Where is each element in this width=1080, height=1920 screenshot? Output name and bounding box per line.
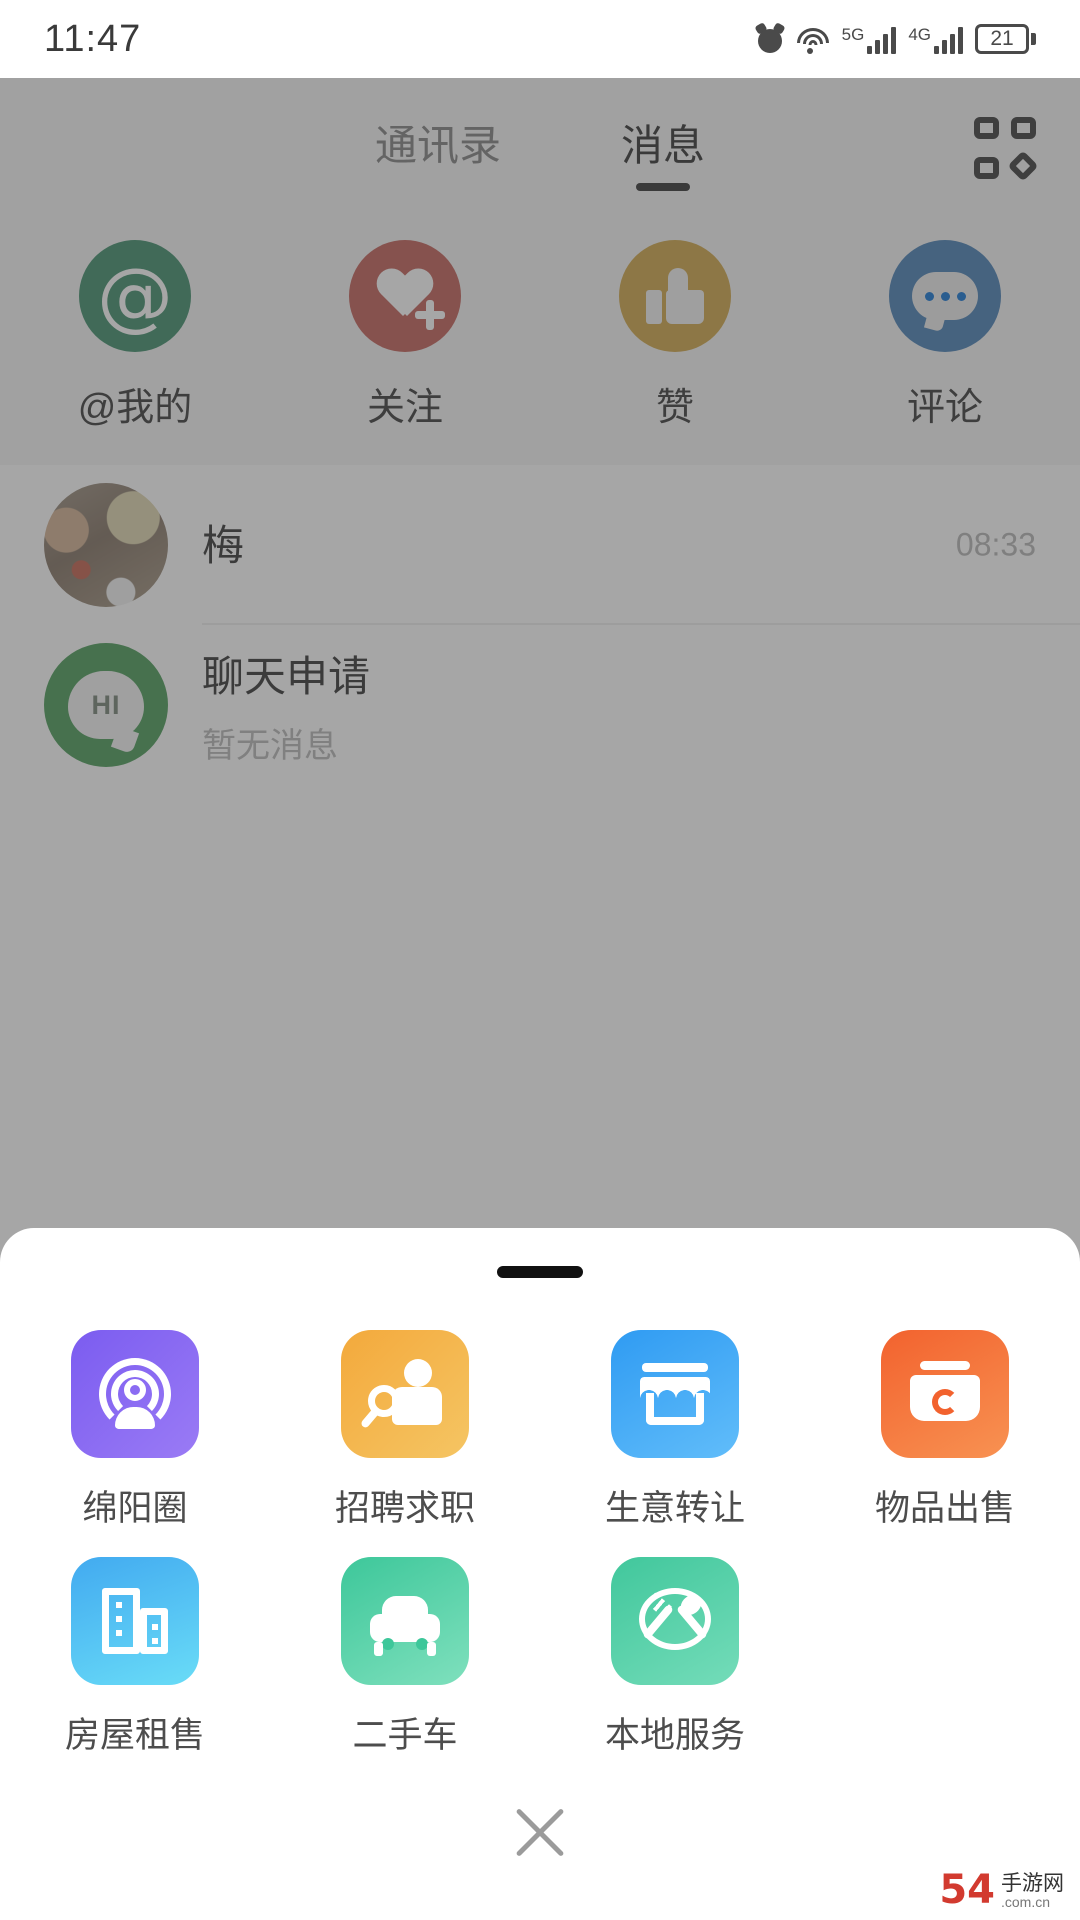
signal-5g-icon: 5G [842,26,897,54]
alarm-icon [754,22,786,54]
app-label: 生意转让 [604,1489,745,1528]
app-label: 绵阳圈 [82,1489,188,1528]
signal-bars-4g [934,26,963,54]
watermark-sub: .com.cn [1001,1894,1051,1911]
car-icon [341,1557,469,1685]
status-bar: 11:47 5G 4G 21 [0,0,1080,78]
app-item-ershouche[interactable]: 二手车 [270,1557,540,1758]
app-item-wupinchushou[interactable]: 物品出售 [810,1330,1080,1531]
bottom-sheet: 绵阳圈 招聘求职 生意转让 物品出售 房屋租售 二手车 本地服务 [0,1228,1080,1920]
app-item-zhaopinqiuzhi[interactable]: 招聘求职 [270,1330,540,1531]
status-time: 11:47 [44,17,142,60]
app-item-shengyizhuanrang[interactable]: 生意转让 [540,1330,810,1531]
app-grid: 绵阳圈 招聘求职 生意转让 物品出售 房屋租售 二手车 本地服务 [0,1278,1080,1784]
signal-bars-5g [867,26,897,54]
job-search-icon [341,1330,469,1458]
drag-handle[interactable] [497,1266,583,1278]
status-icon-group: 5G 4G 21 [754,22,1036,54]
app-item-bendifuwu[interactable]: 本地服务 [540,1557,810,1758]
app-label: 本地服务 [604,1716,745,1755]
app-item-mianyangquan[interactable]: 绵阳圈 [0,1330,270,1531]
storefront-icon [611,1330,739,1458]
app-label: 房屋租售 [64,1716,205,1755]
app-label: 招聘求职 [334,1489,475,1528]
battery-icon: 21 [975,24,1036,54]
watermark-number: 54 [939,1867,995,1913]
phone-screen: 11:47 5G 4G 21 绵阳圈 招聘求职 生意转让 物品出售 房屋租售 二… [0,0,1080,1920]
battery-level: 21 [975,24,1029,54]
watermark-main: 手游网 [1001,1872,1064,1896]
app-label: 物品出售 [874,1489,1015,1528]
network-label-5g: 5G [841,25,865,44]
broadcast-person-icon [71,1330,199,1458]
recycle-basket-icon [881,1330,1009,1458]
network-label-4g: 4G [908,25,931,44]
watermark: 54 手游网 .com.cn [939,1870,1064,1910]
signal-4g-icon: 4G [908,26,963,54]
app-item-fangwuzushou[interactable]: 房屋租售 [0,1557,270,1758]
wifi-icon [796,26,830,54]
close-x-icon[interactable] [504,1796,576,1868]
dining-plate-icon [611,1557,739,1685]
buildings-icon [71,1557,199,1685]
app-label: 二手车 [352,1716,458,1755]
